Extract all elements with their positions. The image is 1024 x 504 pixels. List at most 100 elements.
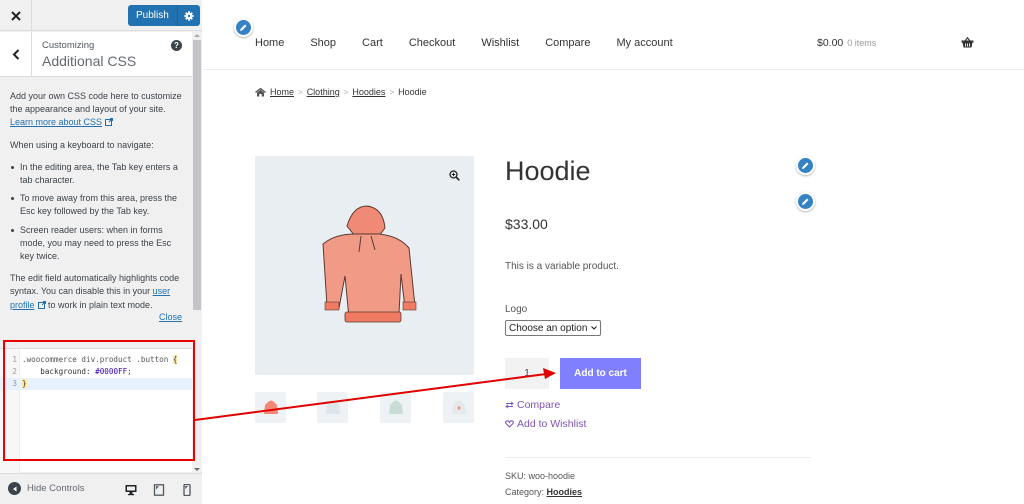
pencil-icon — [240, 24, 247, 31]
breadcrumb-hoodies[interactable]: Hoodies — [352, 87, 385, 97]
close-brace: } — [22, 379, 27, 388]
code-line-3[interactable]: 3} — [0, 378, 192, 390]
primary-navigation: Home Shop Cart Checkout Wishlist Compare… — [255, 37, 699, 49]
line-number: 2 — [12, 367, 17, 376]
intro-text: Add your own CSS code here to customize … — [10, 90, 186, 130]
tablet-icon — [153, 484, 165, 496]
product-sku: SKU: woo-hoodie — [505, 471, 575, 481]
sidebar-scrollbar-thumb[interactable] — [193, 40, 201, 310]
breadcrumb-home[interactable]: Home — [270, 87, 294, 97]
section-title: Additional CSS — [42, 53, 137, 69]
css-value: #0000FF — [95, 367, 128, 376]
open-brace: { — [172, 355, 178, 364]
code-line-1[interactable]: 1 .woocommerce div.product .button { — [0, 354, 192, 366]
product-category: Category: Hoodies — [505, 487, 582, 497]
scroll-down-arrow-icon[interactable] — [194, 468, 200, 471]
heart-icon — [505, 420, 514, 428]
sku-value: woo-hoodie — [528, 471, 576, 481]
category-link[interactable]: Hoodies — [547, 487, 583, 497]
line-number: 3 — [12, 379, 17, 388]
hide-controls-button[interactable]: Hide Controls — [8, 482, 85, 495]
customizer-sidebar: Publish Customizing Additional CSS ? Add… — [0, 0, 202, 504]
cart-item-count: 0 items — [847, 38, 877, 48]
desktop-icon — [125, 485, 137, 496]
cart-total: $0.00 — [817, 37, 844, 49]
syntax-text: The edit field automatically highlights … — [10, 272, 186, 312]
customizing-label: Customizing — [42, 40, 95, 51]
hoodie-thumbnail-icon — [325, 400, 340, 414]
nav-item-wishlist[interactable]: Wishlist — [481, 37, 519, 49]
header-cart-link[interactable]: $0.00 0 items — [817, 37, 876, 49]
product-meta-divider — [505, 457, 811, 458]
edit-menu-shortcut[interactable] — [234, 18, 253, 37]
basket-icon[interactable] — [961, 37, 974, 48]
chevron-left-icon — [12, 49, 19, 60]
compare-link[interactable]: Compare — [505, 399, 560, 411]
preview-tablet-button[interactable] — [152, 483, 166, 497]
external-link-icon — [37, 300, 46, 309]
breadcrumb-current: Hoodie — [398, 87, 427, 97]
site-preview: Home Shop Cart Checkout Wishlist Compare… — [203, 0, 1024, 504]
syntax-text-after: to work in plain text mode. — [45, 299, 153, 310]
breadcrumb: Home > Clothing > Hoodies > Hoodie — [255, 87, 427, 97]
breadcrumb-clothing[interactable]: Clothing — [307, 87, 340, 97]
preview-desktop-button[interactable] — [124, 483, 138, 497]
preview-mobile-button[interactable] — [180, 483, 194, 497]
edit-description-shortcut[interactable] — [796, 192, 815, 211]
back-button[interactable] — [0, 32, 32, 77]
edit-title-shortcut[interactable] — [796, 156, 815, 175]
hoodie-thumbnail-icon — [451, 400, 466, 414]
css-description: Add your own CSS code here to customize … — [10, 90, 186, 321]
product-price: $33.00 — [505, 216, 548, 232]
css-selector: .woocommerce div.product .button — [22, 355, 173, 364]
header-divider — [203, 69, 1024, 70]
sku-label: SKU: — [505, 471, 527, 481]
mobile-icon — [183, 484, 191, 496]
attribute-label: Logo — [505, 304, 528, 315]
intro-text-content: Add your own CSS code here to customize … — [10, 91, 182, 115]
product-title: Hoodie — [505, 156, 591, 186]
nav-item-checkout[interactable]: Checkout — [409, 37, 455, 49]
close-icon — [10, 10, 21, 21]
close-help-link[interactable]: Close — [159, 312, 182, 322]
scroll-up-arrow-icon[interactable] — [194, 34, 200, 37]
hoodie-thumbnail-icon — [388, 400, 403, 414]
nav-item-shop[interactable]: Shop — [310, 37, 336, 49]
publish-group: Publish — [128, 5, 200, 26]
breadcrumb-separator: > — [343, 87, 349, 97]
pencil-icon — [802, 162, 809, 169]
product-main-image[interactable] — [255, 156, 474, 375]
nav-item-home[interactable]: Home — [255, 37, 284, 49]
nav-item-cart[interactable]: Cart — [362, 37, 383, 49]
home-icon — [255, 87, 266, 96]
nav-item-my-account[interactable]: My account — [616, 37, 672, 49]
image-zoom-button[interactable] — [444, 165, 464, 185]
learn-more-css-link[interactable]: Learn more about CSS — [10, 117, 102, 127]
wishlist-label: Add to Wishlist — [517, 418, 587, 430]
product-thumbnail[interactable] — [380, 392, 411, 423]
add-to-wishlist-link[interactable]: Add to Wishlist — [505, 418, 586, 430]
customizer-screen: Publish Customizing Additional CSS ? Add… — [0, 0, 1024, 504]
compare-arrows-icon — [505, 401, 514, 409]
logo-select[interactable]: Choose an option — [505, 320, 602, 336]
product-thumbnail[interactable] — [317, 392, 348, 423]
hoodie-thumbnail-icon — [263, 400, 278, 414]
close-customizer-button[interactable] — [0, 0, 32, 31]
product-thumbnail[interactable] — [443, 392, 474, 423]
compare-label: Compare — [517, 399, 561, 411]
question-icon[interactable]: ? — [171, 40, 182, 51]
hoodie-illustration — [322, 205, 417, 323]
publish-button[interactable]: Publish — [128, 5, 178, 26]
css-code-editor[interactable]: 1 .woocommerce div.product .button { 2 ba… — [0, 348, 192, 473]
keyboard-tip: In the editing area, the Tab key enters … — [10, 161, 186, 187]
publish-settings-button[interactable] — [178, 5, 200, 26]
chevron-down-icon — [591, 326, 598, 330]
breadcrumb-separator: > — [298, 87, 303, 97]
nav-item-compare[interactable]: Compare — [545, 37, 590, 49]
code-line-2[interactable]: 2 background: #0000FF; — [0, 366, 192, 378]
add-to-cart-button[interactable]: Add to cart — [560, 358, 641, 389]
quantity-input[interactable]: 1 — [505, 358, 549, 389]
keyboard-tip: To move away from this area, press the E… — [10, 192, 186, 218]
section-header: Customizing Additional CSS ? — [0, 32, 192, 77]
product-thumbnail[interactable] — [255, 392, 286, 423]
